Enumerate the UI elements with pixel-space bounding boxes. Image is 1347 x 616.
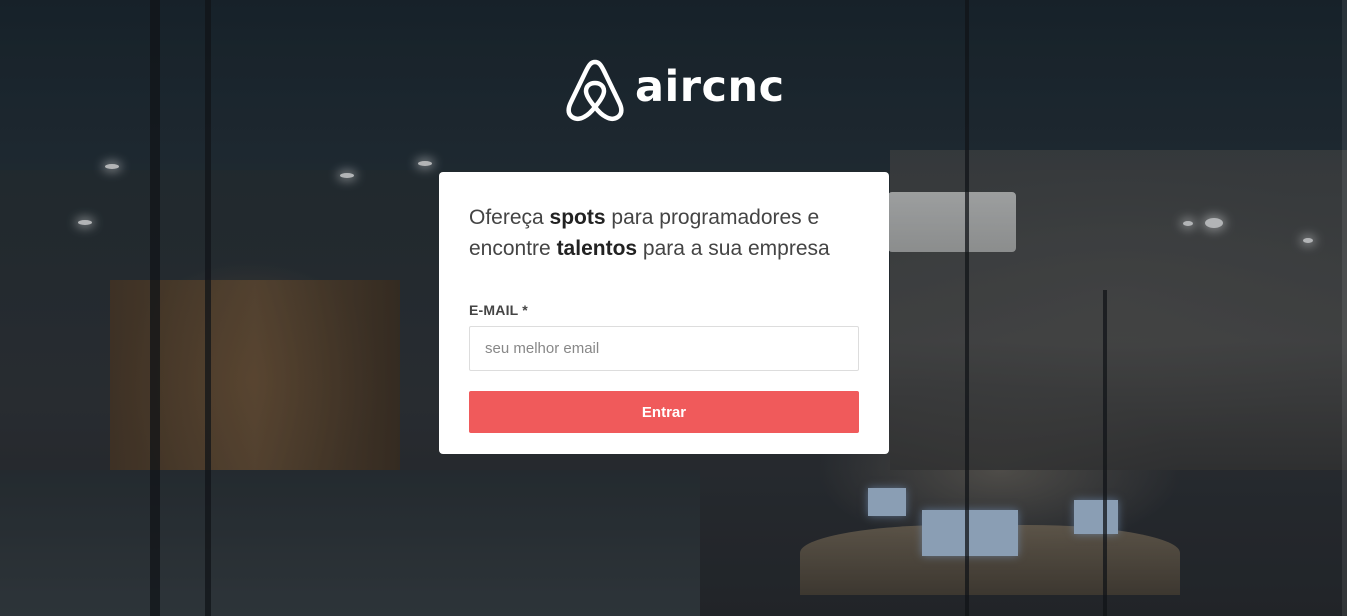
headline: Ofereça spots para programadores e encon… [469,202,859,264]
headline-highlight-spots: spots [549,206,606,229]
page-scrollbar[interactable] [1342,0,1347,616]
submit-button[interactable]: Entrar [469,391,859,433]
login-page: aircnc Ofereça spots para programadores … [0,0,1347,616]
email-input[interactable] [469,326,859,371]
headline-text: para a sua empresa [637,237,830,260]
airbnb-belo-icon [566,59,624,122]
email-label: E-MAIL * [469,302,528,318]
brand-name: aircnc [635,61,785,112]
headline-highlight-talentos: talentos [556,237,638,260]
login-card: Ofereça spots para programadores e encon… [439,172,889,454]
brand-logo: aircnc [565,58,785,122]
headline-text: Ofereça [469,206,550,229]
